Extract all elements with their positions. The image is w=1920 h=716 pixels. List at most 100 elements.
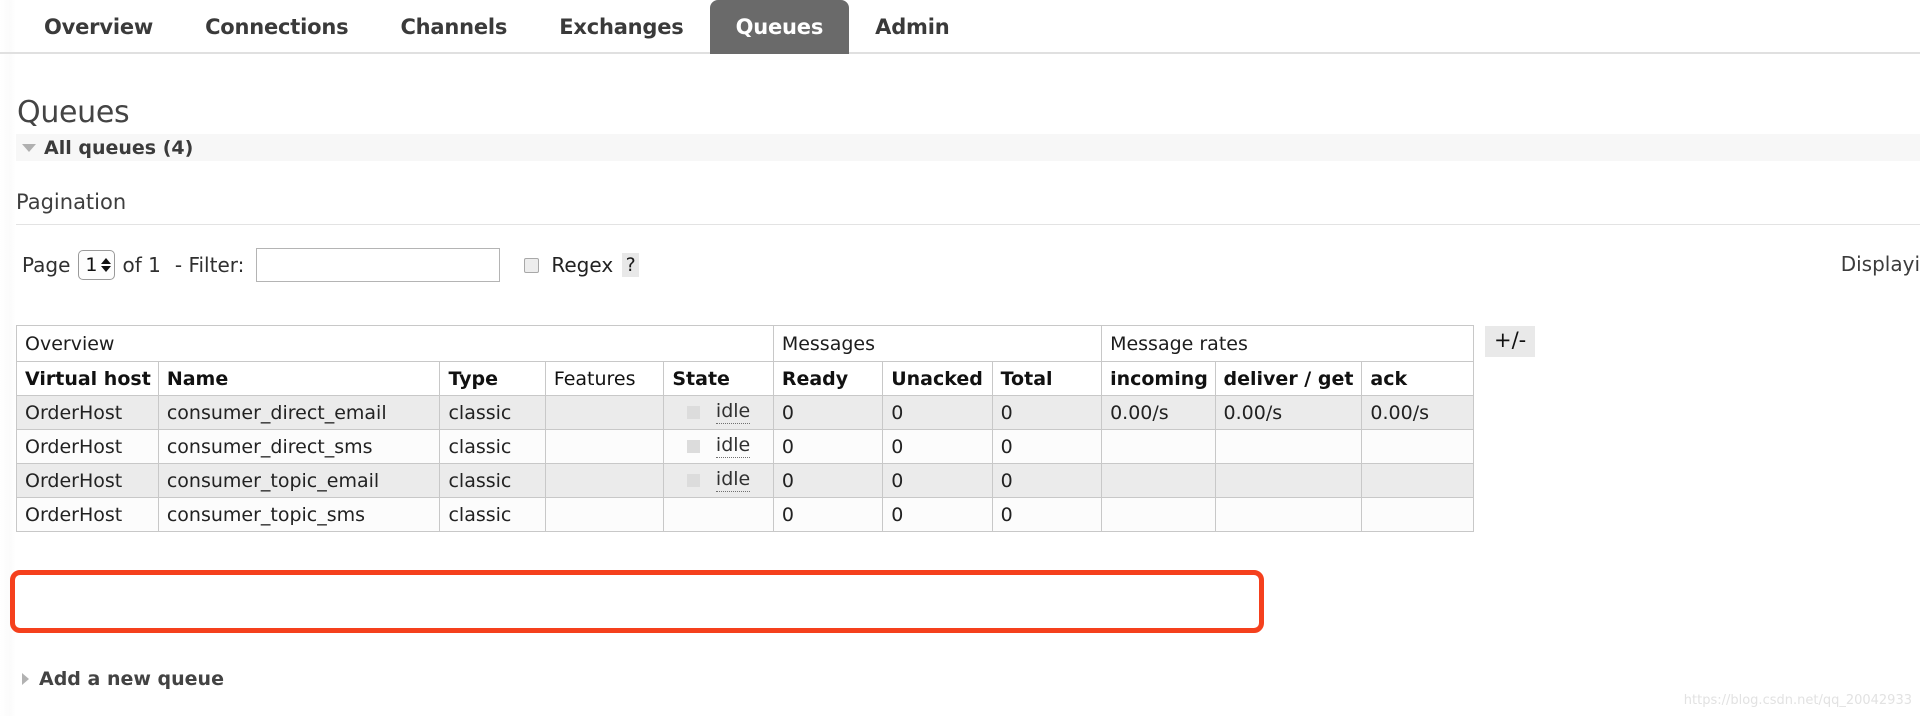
rabbitmq-queues-page: Overview Connections Channels Exchanges Queu… [0,0,1920,716]
queues-table-container: Overview Messages Message rates Virtual ho… [16,325,1474,532]
cell-state: idle [663,395,774,430]
page-number-stepper[interactable]: 1 [78,250,115,280]
cell-features [544,497,665,532]
chevron-up-icon[interactable] [100,258,111,264]
chevron-down-icon[interactable] [22,143,36,152]
cell-virtual-host: OrderHost [16,395,159,430]
cell-virtual-host: OrderHost [16,429,159,464]
group-header-message-rates: Message rates [1101,325,1474,362]
column-header-deliver-get[interactable]: deliver / get [1214,361,1363,396]
chevron-right-icon[interactable] [22,673,29,685]
cell-ready: 0 [772,463,884,498]
cell-deliver-get-rate [1214,497,1363,532]
cell-ack-rate [1361,429,1474,464]
state-label: idle [715,400,751,424]
table-row[interactable]: OrderHost consumer_direct_email classic idl… [16,395,1474,430]
tab-overview[interactable]: Overview [18,0,179,54]
tab-channels[interactable]: Channels [374,0,533,54]
tab-exchanges[interactable]: Exchanges [533,0,709,54]
column-header-ready[interactable]: Ready [772,361,884,396]
group-header-overview: Overview [16,325,774,362]
column-header-name[interactable]: Name [157,361,441,396]
stepper-arrows[interactable] [100,258,111,272]
pagination-heading: Pagination [16,190,1920,225]
regex-checkbox[interactable] [524,257,540,273]
cell-virtual-host: OrderHost [16,497,159,532]
table-row[interactable]: OrderHost consumer_topic_sms classic 0 0 0 [16,497,1474,532]
cell-features [544,463,665,498]
queues-table-head: Overview Messages Message rates Virtual ho… [16,325,1474,396]
column-header-state[interactable]: State [663,361,774,396]
cell-total: 0 [991,395,1103,430]
cell-ack-rate [1361,497,1474,532]
cell-features [544,395,665,430]
cell-type: classic [439,395,546,430]
filter-input[interactable] [256,248,501,282]
main-navigation-bar: Overview Connections Channels Exchanges Queu… [0,0,1920,54]
state-label: idle [715,434,751,458]
state-label: idle [715,468,751,492]
cell-unacked: 0 [882,429,993,464]
cell-deliver-get-rate [1214,429,1363,464]
cell-unacked: 0 [882,395,993,430]
cell-incoming-rate: 0.00/s [1101,395,1216,430]
state-indicator-icon [686,474,700,487]
cell-incoming-rate [1101,497,1216,532]
cell-unacked: 0 [882,497,993,532]
nav-tabs: Overview Connections Channels Exchanges Queu… [18,0,975,54]
cell-ready: 0 [772,395,884,430]
column-header-virtual-host[interactable]: Virtual host [16,361,159,396]
filter-label: - Filter: [174,253,245,277]
table-row[interactable]: OrderHost consumer_direct_sms classic idle 0… [16,429,1474,464]
table-group-header-row: Overview Messages Message rates [16,325,1474,362]
cell-type: classic [439,463,546,498]
cell-queue-name[interactable]: consumer_direct_email [157,395,441,430]
state-indicator-icon [686,440,700,453]
cell-deliver-get-rate [1214,463,1363,498]
cell-state: idle [663,463,774,498]
watermark-text: https://blog.csdn.net/qq_20042933 [1683,693,1912,708]
tab-connections[interactable]: Connections [179,0,374,54]
cell-state [663,497,774,532]
column-header-type[interactable]: Type [439,361,546,396]
all-queues-section-header[interactable]: All queues (4) [16,134,1920,161]
cell-queue-name[interactable]: consumer_topic_email [157,463,441,498]
cell-type: classic [439,497,546,532]
cell-state: idle [663,429,774,464]
help-icon[interactable]: ? [622,253,640,277]
column-header-incoming[interactable]: incoming [1101,361,1216,396]
displaying-count-text: Displayi [1840,252,1920,276]
page-left-edge [0,0,16,716]
cell-queue-name[interactable]: consumer_direct_sms [157,429,441,464]
cell-queue-name[interactable]: consumer_topic_sms [157,497,441,532]
cell-incoming-rate [1101,429,1216,464]
cell-incoming-rate [1101,463,1216,498]
cell-ack-rate: 0.00/s [1361,395,1474,430]
column-header-unacked[interactable]: Unacked [882,361,993,396]
cell-total: 0 [991,497,1103,532]
add-new-queue-label: Add a new queue [39,668,224,690]
group-header-messages: Messages [772,325,1103,362]
regex-label: Regex [551,253,614,277]
column-header-total[interactable]: Total [991,361,1103,396]
cell-ready: 0 [772,429,884,464]
toggle-columns-button[interactable]: +/- [1485,326,1536,358]
cell-ready: 0 [772,497,884,532]
state-indicator-icon [686,406,700,419]
cell-ack-rate [1361,463,1474,498]
add-new-queue-section[interactable]: Add a new queue [22,668,224,690]
highlight-annotation-box [10,570,1264,633]
table-row[interactable]: OrderHost consumer_topic_email classic idle… [16,463,1474,498]
table-column-header-row: Virtual host Name Type Features State Ready Un… [16,361,1474,396]
page-label: Page [22,253,71,277]
queues-table-body: OrderHost consumer_direct_email classic idl… [16,395,1474,532]
column-header-features[interactable]: Features [544,361,665,396]
tab-admin[interactable]: Admin [849,0,975,54]
column-header-ack[interactable]: ack [1361,361,1474,396]
chevron-down-icon[interactable] [100,266,111,272]
pagination-filter-row: Page 1 of 1 - Filter: Regex ? [22,245,1912,285]
all-queues-label: All queues (4) [44,136,194,159]
tab-queues[interactable]: Queues [709,0,850,54]
cell-virtual-host: OrderHost [16,463,159,498]
cell-total: 0 [991,429,1103,464]
